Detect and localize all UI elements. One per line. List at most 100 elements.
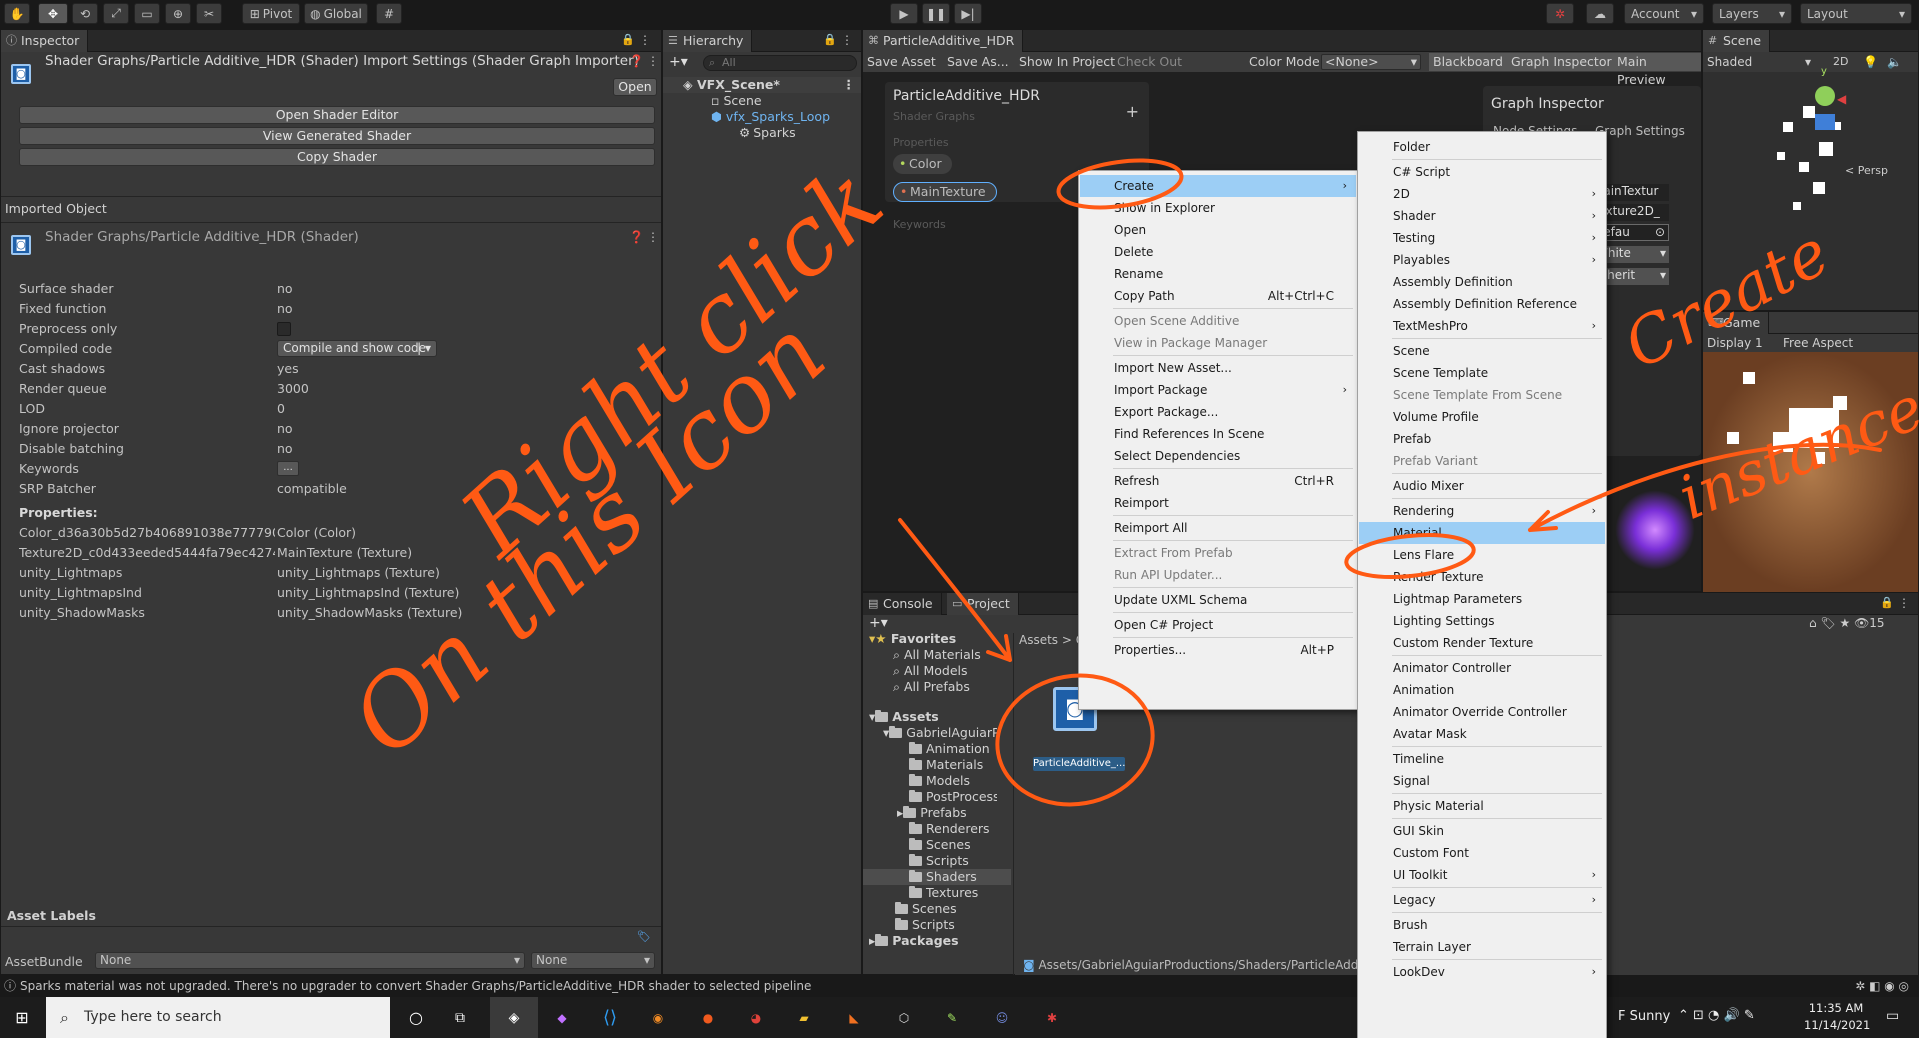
system-tray-icons[interactable]: ⌃ ⊡ ◔ 🔊 ✎ [1678,1008,1755,1023]
save-asset-button[interactable]: Save Asset [867,52,936,72]
graph-inspector-toggle[interactable]: Graph Inspector [1507,53,1616,71]
project-folder[interactable]: Scripts [895,917,955,933]
move-tool-button[interactable]: ✥ [38,3,68,24]
cloud-button[interactable]: ☁ [1586,3,1614,24]
help-icon[interactable]: ❓ [629,54,644,68]
open-shader-editor-button[interactable]: Open Shader Editor [19,106,655,124]
menu-item-copy-path[interactable]: Copy Path Alt+Ctrl+C [1080,285,1356,307]
menu-item-audio-mixer[interactable]: Audio Mixer [1359,475,1605,497]
menu-item-run-api-updater[interactable]: Run API Updater... [1080,564,1356,586]
compile-show-code-button[interactable]: Compile and show code | ▾ [277,340,437,357]
help-icon[interactable]: ❓ [629,230,644,244]
clock-date[interactable]: 11/14/2021 [1804,1018,1870,1032]
check-out-button[interactable]: Check Out [1117,52,1182,72]
collab-button[interactable]: ✲ [1546,3,1574,24]
menu-item-c-script[interactable]: C# Script [1359,161,1605,183]
project-folder[interactable]: Textures [909,885,978,901]
chrome-icon[interactable]: ◕ [734,997,778,1038]
menu-item-playables[interactable]: Playables › [1359,249,1605,271]
menu-item-show-in-explorer[interactable]: Show in Explorer [1080,197,1356,219]
menu-item-brush[interactable]: Brush [1359,914,1605,936]
menu-item-animator-override-controller[interactable]: Animator Override Controller [1359,701,1605,723]
app-icon[interactable]: ✱ [1030,997,1074,1038]
menu-item-lightmap-parameters[interactable]: Lightmap Parameters [1359,588,1605,610]
menu-item-scene[interactable]: Scene [1359,340,1605,362]
status-icons[interactable]: ✲ ◧ ◉ ◎ [1855,975,1909,997]
menu-item-material[interactable]: Material [1359,522,1605,544]
menu-item-render-texture[interactable]: Render Texture [1359,566,1605,588]
menu-item-animation[interactable]: Animation [1359,679,1605,701]
menu-item-folder[interactable]: Folder [1359,136,1605,158]
favorite-item[interactable]: ⌕ All Models [893,663,968,679]
menu-item-legacy[interactable]: Legacy › [1359,889,1605,911]
menu-item-signal[interactable]: Signal [1359,770,1605,792]
brave-icon[interactable]: ● [686,997,730,1038]
add-property-button[interactable]: + [1126,102,1139,121]
sourcetree-icon[interactable]: ◆ [540,997,584,1038]
menu-item-ui-toolkit[interactable]: UI Toolkit › [1359,864,1605,886]
shader-asset-name[interactable]: ParticleAdditive_... [1033,757,1125,771]
tab-game[interactable]: ⌨ Game [1703,312,1770,334]
menu-item-rendering[interactable]: Rendering › [1359,500,1605,522]
menu-item-shader[interactable]: Shader › [1359,205,1605,227]
pivot-toggle[interactable]: ⊞ Pivot [242,3,300,24]
unity-hub-icon[interactable]: ⬡ [882,997,926,1038]
menu-item-properties[interactable]: Properties... Alt+P [1080,639,1356,661]
account-dropdown[interactable]: Account ▾ [1624,3,1704,24]
project-folder[interactable]: Renderers [909,821,990,837]
project-folder[interactable]: Scenes [895,901,957,917]
view-generated-shader-button[interactable]: View Generated Shader [19,127,655,145]
property-pill-maintexture[interactable]: • MainTexture [893,182,997,202]
project-breadcrumb[interactable]: Assets > G [1019,633,1085,647]
menu-item-open-scene-additive[interactable]: Open Scene Additive [1080,310,1356,332]
menu-item-import-new-asset[interactable]: Import New Asset... [1080,357,1356,379]
menu-item-timeline[interactable]: Timeline [1359,748,1605,770]
menu-item-lens-flare[interactable]: Lens Flare [1359,544,1605,566]
menu-item-delete[interactable]: Delete [1080,241,1356,263]
aspect-dropdown[interactable]: Free Aspect [1783,334,1853,352]
menu-item-create[interactable]: Create › [1080,175,1356,197]
layers-dropdown[interactable]: Layers ▾ [1712,3,1792,24]
project-folder-selected[interactable]: Shaders [863,869,1011,885]
clock-time[interactable]: 11:35 AM [1806,1001,1866,1015]
menu-item-import-package[interactable]: Import Package › [1080,379,1356,401]
menu-item-animator-controller[interactable]: Animator Controller [1359,657,1605,679]
project-folder[interactable]: Scripts [909,853,969,869]
menu-item-2d[interactable]: 2D › [1359,183,1605,205]
file-explorer-icon[interactable]: ▰ [782,997,826,1038]
menu-item-update-uxml-schema[interactable]: Update UXML Schema [1080,589,1356,611]
tab-project[interactable]: ▭ Project [947,593,1019,615]
favorites-header[interactable]: ▾★ Favorites [869,631,956,647]
notepad-icon[interactable]: ✎ [930,997,974,1038]
open-button[interactable]: Open [613,78,657,96]
menu-item-find-references-in-scene[interactable]: Find References In Scene [1080,423,1356,445]
discord-icon[interactable]: ☺ [980,997,1024,1038]
show-in-project-button[interactable]: Show In Project [1019,52,1115,72]
lock-icon[interactable]: 🔒 [1880,596,1894,609]
vscode-icon[interactable]: ⟨⟩ [588,997,632,1038]
taskbar-search-input[interactable]: ⌕ Type here to search [46,997,390,1038]
project-folder[interactable]: Materials [909,757,983,773]
hierarchy-item-prefab[interactable]: ⬢ vfx_Sparks_Loop [711,109,830,125]
rect-tool-button[interactable]: ▭ [134,3,160,24]
shading-mode-dropdown[interactable]: Shaded ▾ [1707,52,1813,72]
project-folder[interactable]: Models [909,773,970,789]
menu-item-lookdev[interactable]: LookDev › [1359,961,1605,983]
project-folder[interactable]: ▸ Prefabs [897,805,967,821]
cortana-icon[interactable]: ○ [396,997,436,1038]
menu-item-rename[interactable]: Rename [1080,263,1356,285]
menu-item-extract-from-prefab[interactable]: Extract From Prefab [1080,542,1356,564]
menu-item-gui-skin[interactable]: GUI Skin [1359,820,1605,842]
packages-header[interactable]: ▸ Packages [869,933,959,949]
hierarchy-search-input[interactable]: ⌕ All [703,55,857,71]
tab-console[interactable]: ▤ Console [863,593,942,615]
project-folder[interactable]: ▾GabrielAguiarProd [883,725,997,741]
notification-icon[interactable]: ▭ [1886,1008,1899,1024]
lock-icon[interactable]: 🔒 [823,33,837,46]
menu-item-terrain-layer[interactable]: Terrain Layer [1359,936,1605,958]
tab-shadergraph[interactable]: ⌘ ParticleAdditive_HDR [863,30,1024,52]
snap-button[interactable]: # [376,3,402,24]
kebab-menu-icon[interactable]: ⋮ [647,54,659,68]
menu-item-custom-font[interactable]: Custom Font [1359,842,1605,864]
menu-item-prefab[interactable]: Prefab [1359,428,1605,450]
